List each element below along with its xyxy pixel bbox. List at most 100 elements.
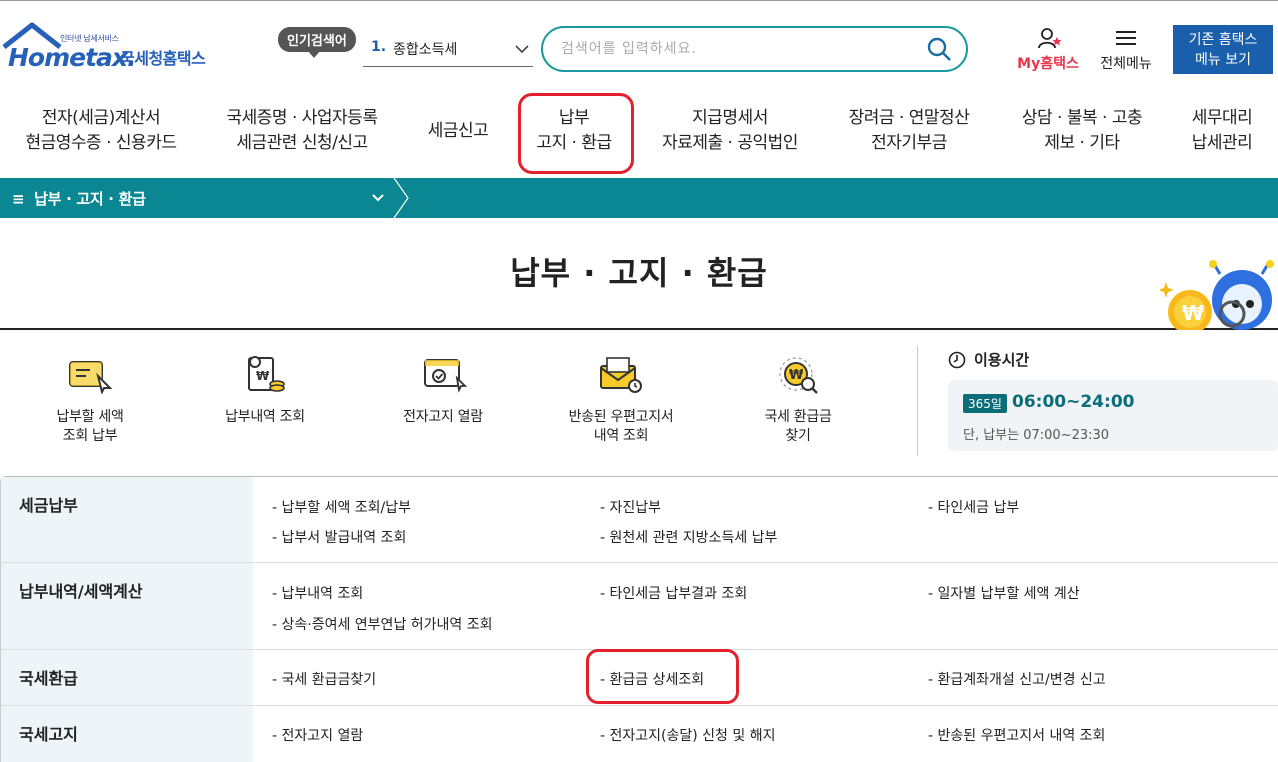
quick-item-line2: 조회 납부	[62, 428, 118, 444]
svg-text:₩: ₩	[1182, 301, 1204, 325]
quick-item-line2: 찾기	[785, 428, 811, 444]
link-item[interactable]: - 자진납부	[600, 497, 661, 517]
gnb-item-line1: 지급명세서	[692, 108, 768, 128]
gnb-item-tax-agent[interactable]: 세무대리 납세관리	[1182, 106, 1262, 156]
gnb-item-invoice[interactable]: 전자(세금)계산서 현금영수증 · 신용카드	[22, 106, 180, 156]
link-item[interactable]: - 원천세 관련 지방소득세 납부	[600, 527, 777, 547]
quick-item-find-refund[interactable]: ₩ 국세 환급금찾기	[723, 346, 873, 446]
gnb-item-line1: 세무대리	[1191, 108, 1253, 128]
gnb-item-line2: 세금관련 신청/신고	[236, 133, 368, 153]
search-box	[541, 26, 968, 72]
svg-text:₩: ₩	[789, 368, 804, 383]
menu-table: 세금납부 - 납부할 세액 조회/납부 - 자진납부 - 타인세금 납부 - 납…	[0, 476, 1278, 762]
table-row: 납부내역/세액계산 - 납부내역 조회 - 타인세금 납부결과 조회 - 일자별…	[1, 563, 1278, 650]
clock-icon	[948, 351, 966, 369]
coin-search-icon: ₩	[779, 357, 818, 394]
gnb-item-line1: 상담 · 불복 · 고충	[1021, 108, 1143, 128]
receipt-coins-icon: ₩	[248, 356, 285, 392]
link-item[interactable]: - 납부할 세액 조회/납부	[272, 497, 411, 517]
hometax-logo[interactable]: 인터넷 납세서비스 Hometax. 국세청홈택스	[2, 21, 217, 73]
gnb-item-incentive[interactable]: 장려금 · 연말정산 전자기부금	[840, 106, 978, 156]
service-hours-box: 365일 06:00~24:00 단, 납부는 07:00~23:30	[948, 380, 1278, 451]
gnb-item-line1: 국세증명 · 사업자등록	[226, 108, 378, 128]
divider	[917, 346, 918, 456]
location-label: 납부 · 고지 · 환급	[34, 190, 146, 208]
table-row: 세금납부 - 납부할 세액 조회/납부 - 자진납부 - 타인세금 납부 - 납…	[1, 477, 1278, 563]
user-icon	[1038, 28, 1062, 49]
quick-item-e-notice[interactable]: 전자고지 열람	[368, 346, 518, 427]
popular-search-badge: 인기검색어	[278, 27, 356, 58]
link-item[interactable]: - 반송된 우편고지서 내역 조회	[928, 725, 1105, 745]
category-label: 국세고지	[1, 706, 253, 762]
my-hometax-label: My홈택스	[1017, 56, 1079, 72]
highlight-box-payment	[518, 93, 634, 174]
link-item[interactable]: - 전자고지(송달) 신청 및 해지	[600, 725, 775, 745]
gnb-item-line2: 현금영수증 · 신용카드	[25, 133, 177, 153]
quick-item-line1: 반송된 우편고지서	[568, 409, 674, 425]
link-item[interactable]: - 국세 환급금찾기	[272, 669, 376, 689]
link-item[interactable]: - 납부서 발급내역 조회	[272, 527, 406, 547]
old-hometax-menu-button[interactable]: 기존 홈택스 메뉴 보기	[1173, 25, 1273, 74]
gnb-item-tax-return[interactable]: 세금신고	[422, 119, 494, 144]
quick-item-line1: 납부내역 조회	[225, 409, 305, 425]
service-hours: 이용시간 365일 06:00~24:00 단, 납부는 07:00~23:30	[948, 348, 1278, 451]
old-hometax-line2: 메뉴 보기	[1195, 52, 1251, 68]
my-hometax-button[interactable]: My홈택스	[1013, 27, 1083, 73]
category-label: 세금납부	[1, 477, 253, 562]
page: 인터넷 납세서비스 Hometax. 국세청홈택스 인기검색어 1. 종합소득세…	[0, 0, 1278, 762]
popular-keyword: 종합소득세	[393, 42, 458, 58]
location-bar: ≡ 납부 · 고지 · 환급	[0, 178, 1278, 218]
logo-brand: Hometax.	[8, 43, 137, 72]
gnb-item-line2: 제보 · 기타	[1044, 133, 1120, 153]
link-item[interactable]: - 타인세금 납부	[928, 497, 1019, 517]
page-title: 납부 · 고지 · 환급	[510, 254, 768, 292]
monitor-check-icon	[424, 359, 467, 393]
gnb-item-consult[interactable]: 상담 · 불복 · 고충 제보 · 기타	[1012, 106, 1152, 156]
hamburger-icon	[1116, 31, 1136, 45]
search-input[interactable]	[561, 37, 921, 61]
old-hometax-line1: 기존 홈택스	[1188, 32, 1258, 48]
days-badge: 365일	[963, 394, 1007, 413]
link-item[interactable]: - 상속·증여세 연부연납 허가내역 조회	[272, 614, 493, 634]
payment-card-icon	[69, 361, 113, 394]
all-menu-label: 전체메뉴	[1100, 56, 1152, 72]
chevron-down-icon	[515, 45, 529, 54]
quick-menu: 납부할 세액 조회 납부 ₩ 납부내역 조회 전자고지 열람 반송된 우편고지서…	[0, 346, 900, 456]
gnb-item-submission[interactable]: 지급명세서 자료제출 · 공익법인	[656, 106, 804, 156]
logo-korean-name: 국세청홈택스	[120, 49, 206, 68]
search-icon[interactable]	[926, 36, 952, 62]
gnb-item-line1: 장려금 · 연말정산	[848, 108, 970, 128]
quick-item-returned-notice[interactable]: 반송된 우편고지서내역 조회	[546, 346, 696, 446]
location-menu-button[interactable]: ≡ 납부 · 고지 · 환급	[12, 188, 146, 209]
quick-item-payment-history[interactable]: ₩ 납부내역 조회	[190, 346, 340, 427]
quick-item-pay-tax[interactable]: 납부할 세액조회 납부	[15, 346, 165, 446]
gnb-item-line2: 자료제출 · 공익법인	[662, 133, 798, 153]
popular-rank: 1.	[371, 39, 387, 55]
quick-item-line2: 내역 조회	[593, 428, 649, 444]
table-row: 국세고지 - 전자고지 열람 - 전자고지(송달) 신청 및 해지 - 반송된 …	[1, 706, 1278, 762]
service-hours-title: 이용시간	[974, 351, 1030, 369]
link-item[interactable]: - 환급계좌개설 신고/변경 신고	[928, 669, 1106, 689]
link-item[interactable]: - 전자고지 열람	[272, 725, 363, 745]
category-label: 납부내역/세액계산	[1, 563, 253, 649]
category-label: 국세환급	[1, 650, 253, 705]
table-row: 국세환급 - 국세 환급금찾기 - 환급금 상세조회 - 환급계좌개설 신고/변…	[1, 649, 1278, 706]
service-time: 06:00~24:00	[1012, 392, 1135, 412]
all-menu-button[interactable]: 전체메뉴	[1094, 27, 1158, 73]
quick-item-line1: 전자고지 열람	[403, 409, 483, 425]
envelope-clock-icon	[600, 357, 642, 393]
payment-time-note: 단, 납부는 07:00~23:30	[963, 428, 1110, 443]
link-item[interactable]: - 납부내역 조회	[272, 583, 363, 603]
highlight-box-refund-detail	[586, 649, 739, 704]
link-item[interactable]: - 일자별 납부할 세액 계산	[928, 583, 1080, 603]
top-header: 인터넷 납세서비스 Hometax. 국세청홈택스 인기검색어 1. 종합소득세…	[0, 0, 1278, 90]
popular-keyword-select[interactable]: 1. 종합소득세	[363, 33, 533, 67]
service-hours-title-row: 이용시간	[948, 348, 1278, 372]
chevron-down-icon[interactable]	[372, 194, 384, 202]
gnb-item-certificate[interactable]: 국세증명 · 사업자등록 세금관련 신청/신고	[222, 106, 382, 156]
quick-item-line1: 국세 환급금	[764, 409, 832, 425]
svg-text:₩: ₩	[256, 369, 270, 383]
breadcrumb-separator-icon	[393, 178, 409, 218]
link-item[interactable]: - 타인세금 납부결과 조회	[600, 583, 747, 603]
quick-item-line1: 납부할 세액	[56, 409, 124, 425]
